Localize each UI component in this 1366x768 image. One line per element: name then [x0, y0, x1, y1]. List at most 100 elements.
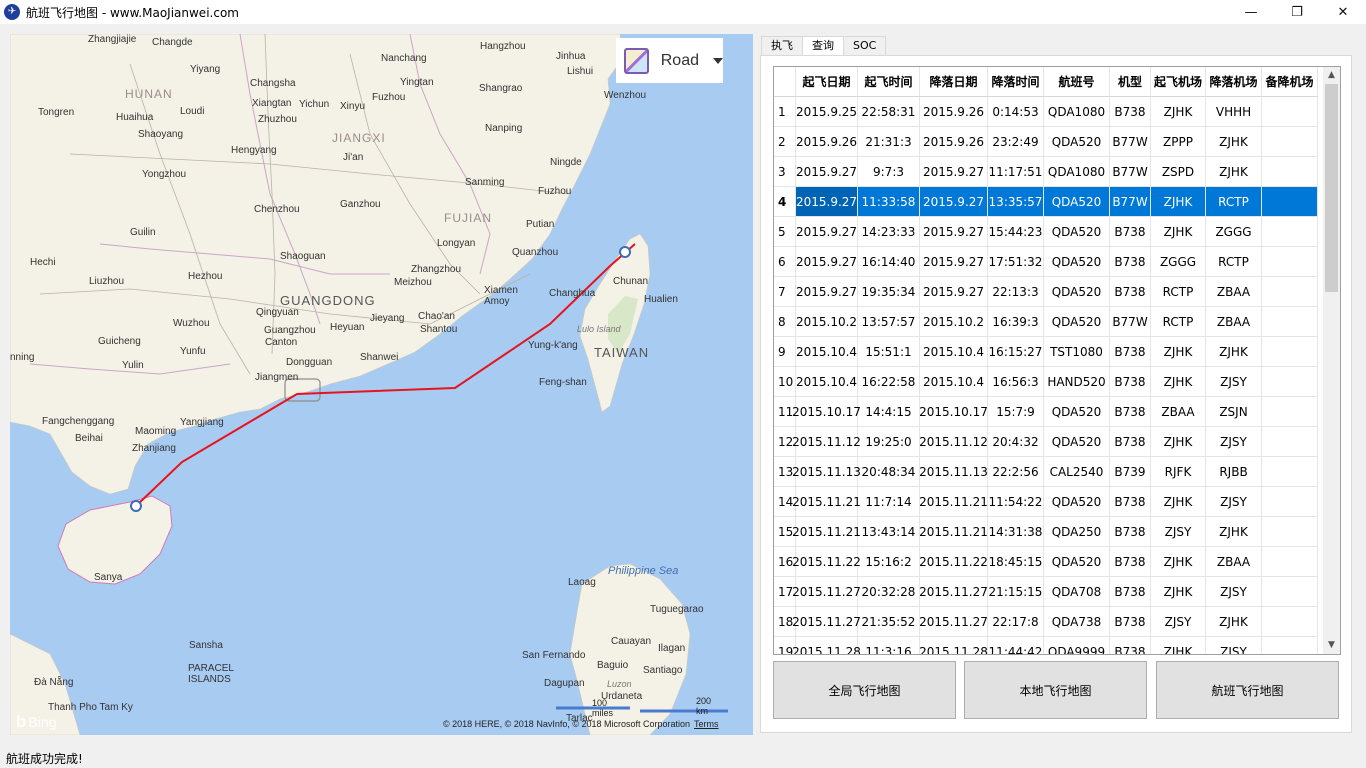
- table-cell[interactable]: 11:7:14: [858, 487, 920, 517]
- table-cell[interactable]: 16:15:27: [988, 337, 1044, 367]
- column-header[interactable]: 降落日期: [920, 67, 988, 97]
- table-cell[interactable]: B738: [1110, 607, 1151, 637]
- table-cell[interactable]: 20:32:28: [858, 577, 920, 607]
- table-cell[interactable]: 2015.9.27: [920, 217, 988, 247]
- table-cell[interactable]: RCTP: [1206, 187, 1262, 217]
- table-cell[interactable]: 2015.9.27: [920, 277, 988, 307]
- table-cell[interactable]: 18:45:15: [988, 547, 1044, 577]
- table-cell[interactable]: 22:17:8: [988, 607, 1044, 637]
- table-cell[interactable]: ZJSY: [1151, 607, 1206, 637]
- table-cell[interactable]: ZJHK: [1151, 487, 1206, 517]
- table-cell[interactable]: 2015.10.2: [920, 307, 988, 337]
- table-row[interactable]: 12 2015.11.12 19:25:0 2015.11.12 20:4:32 QDA5…: [774, 427, 1324, 457]
- flight-table[interactable]: 起飞日期 起飞时间 降落日期 降落时间 航班号 机型 起飞机场 降落机场 备降机场 1 2015.…: [773, 66, 1341, 655]
- table-cell[interactable]: ZJHK: [1206, 337, 1262, 367]
- table-cell[interactable]: ZJHK: [1206, 127, 1262, 157]
- table-cell[interactable]: 19:25:0: [858, 427, 920, 457]
- table-cell[interactable]: 14:4:15: [858, 397, 920, 427]
- table-cell[interactable]: 2015.10.17: [792, 397, 861, 427]
- table-cell[interactable]: QDA520: [1044, 427, 1110, 457]
- close-button[interactable]: ✕: [1320, 0, 1366, 24]
- table-cell[interactable]: 13:43:14: [858, 517, 920, 547]
- row-index[interactable]: 7: [774, 277, 796, 307]
- table-cell[interactable]: [1262, 307, 1318, 337]
- scroll-thumb[interactable]: [1325, 84, 1338, 292]
- table-cell[interactable]: B739: [1110, 457, 1151, 487]
- table-cell[interactable]: 2015.10.4: [920, 367, 988, 397]
- table-cell[interactable]: QDA520: [1044, 187, 1110, 217]
- table-cell[interactable]: RCTP: [1151, 307, 1206, 337]
- table-cell[interactable]: VHHH: [1206, 97, 1262, 127]
- table-row[interactable]: 19 2015.11.28 11:3:16 2015.11.28 11:44:42 QDA…: [774, 637, 1324, 654]
- table-cell[interactable]: [1262, 187, 1318, 217]
- table-cell[interactable]: 2015.9.27: [796, 217, 858, 247]
- table-cell[interactable]: B738: [1110, 217, 1151, 247]
- table-cell[interactable]: 11:17:51: [988, 157, 1044, 187]
- table-cell[interactable]: QDA9999: [1044, 637, 1110, 654]
- table-cell[interactable]: 15:7:9: [988, 397, 1044, 427]
- table-cell[interactable]: [1262, 577, 1318, 607]
- table-cell[interactable]: QDA708: [1044, 577, 1110, 607]
- table-row[interactable]: 11 2015.10.17 14:4:15 2015.10.17 15:7:9 QDA52…: [774, 397, 1324, 427]
- table-cell[interactable]: [1262, 217, 1318, 247]
- table-cell[interactable]: 22:13:3: [988, 277, 1044, 307]
- table-cell[interactable]: ZJHK: [1151, 577, 1206, 607]
- table-cell[interactable]: ZJHK: [1151, 427, 1206, 457]
- minimize-button[interactable]: —: [1228, 0, 1274, 24]
- table-cell[interactable]: QDA520: [1044, 127, 1110, 157]
- table-cell[interactable]: 21:15:15: [988, 577, 1044, 607]
- table-row[interactable]: 6 2015.9.27 16:14:40 2015.9.27 17:51:32 QDA52…: [774, 247, 1324, 277]
- table-cell[interactable]: 2015.11.13: [919, 457, 988, 487]
- terms-link[interactable]: Terms: [694, 719, 719, 729]
- table-row[interactable]: 2 2015.9.26 21:31:3 2015.9.26 23:2:49 QDA520 B…: [774, 127, 1324, 157]
- table-row[interactable]: 16 2015.11.22 15:16:2 2015.11.22 18:45:15 QDA…: [774, 547, 1324, 577]
- table-cell[interactable]: 17:51:32: [988, 247, 1044, 277]
- column-header[interactable]: 备降机场: [1262, 67, 1318, 97]
- column-header[interactable]: 降落机场: [1206, 67, 1262, 97]
- table-cell[interactable]: 2015.9.26: [920, 127, 988, 157]
- table-cell[interactable]: ZJHK: [1206, 517, 1262, 547]
- table-cell[interactable]: ZGGG: [1151, 247, 1206, 277]
- table-cell[interactable]: QDA1080: [1044, 97, 1110, 127]
- table-cell[interactable]: 2015.10.4: [796, 367, 858, 397]
- column-header[interactable]: 起飞日期: [796, 67, 858, 97]
- table-cell[interactable]: B738: [1110, 577, 1151, 607]
- table-cell[interactable]: ZJHK: [1151, 337, 1206, 367]
- table-row[interactable]: 9 2015.10.4 15:51:1 2015.10.4 16:15:27 TST108…: [774, 337, 1324, 367]
- table-cell[interactable]: [1262, 397, 1318, 427]
- table-cell[interactable]: [1262, 427, 1318, 457]
- table-cell[interactable]: ZJSY: [1206, 637, 1262, 654]
- table-cell[interactable]: 23:2:49: [988, 127, 1044, 157]
- table-cell[interactable]: ZJHK: [1151, 97, 1206, 127]
- row-index[interactable]: 1: [774, 97, 796, 127]
- local-map-button[interactable]: 本地飞行地图: [964, 661, 1147, 719]
- tab-execute[interactable]: 执飞: [761, 36, 803, 55]
- table-cell[interactable]: [1262, 277, 1318, 307]
- table-cell[interactable]: QDA738: [1044, 607, 1110, 637]
- tab-query[interactable]: 查询: [802, 36, 844, 56]
- table-cell[interactable]: ZBAA: [1206, 277, 1262, 307]
- row-index[interactable]: 4: [774, 187, 796, 217]
- table-cell[interactable]: ZJSY: [1151, 517, 1206, 547]
- table-cell[interactable]: 2015.9.27: [796, 277, 858, 307]
- row-index[interactable]: 5: [774, 217, 796, 247]
- table-cell[interactable]: 11:44:42: [988, 637, 1044, 654]
- table-cell[interactable]: 2015.11.28: [919, 637, 988, 654]
- table-cell[interactable]: QDA520: [1044, 307, 1110, 337]
- table-row[interactable]: 7 2015.9.27 19:35:34 2015.9.27 22:13:3 QDA520…: [774, 277, 1324, 307]
- row-index[interactable]: 10: [774, 367, 796, 397]
- table-cell[interactable]: QDA520: [1044, 217, 1110, 247]
- table-cell[interactable]: ZBAA: [1151, 397, 1206, 427]
- table-cell[interactable]: 20:48:34: [858, 457, 920, 487]
- table-cell[interactable]: 2015.11.21: [792, 487, 861, 517]
- table-cell[interactable]: 2015.9.27: [796, 187, 858, 217]
- table-cell[interactable]: 2015.11.21: [919, 517, 988, 547]
- table-cell[interactable]: 2015.10.2: [796, 307, 858, 337]
- table-cell[interactable]: ZJSY: [1206, 577, 1262, 607]
- flight-map-button[interactable]: 航班飞行地图: [1156, 661, 1339, 719]
- table-cell[interactable]: 2015.9.26: [796, 127, 858, 157]
- table-row[interactable]: 8 2015.10.2 13:57:57 2015.10.2 16:39:3 QDA520…: [774, 307, 1324, 337]
- table-cell[interactable]: B738: [1110, 487, 1151, 517]
- table-cell[interactable]: B738: [1110, 247, 1151, 277]
- table-cell[interactable]: [1262, 127, 1318, 157]
